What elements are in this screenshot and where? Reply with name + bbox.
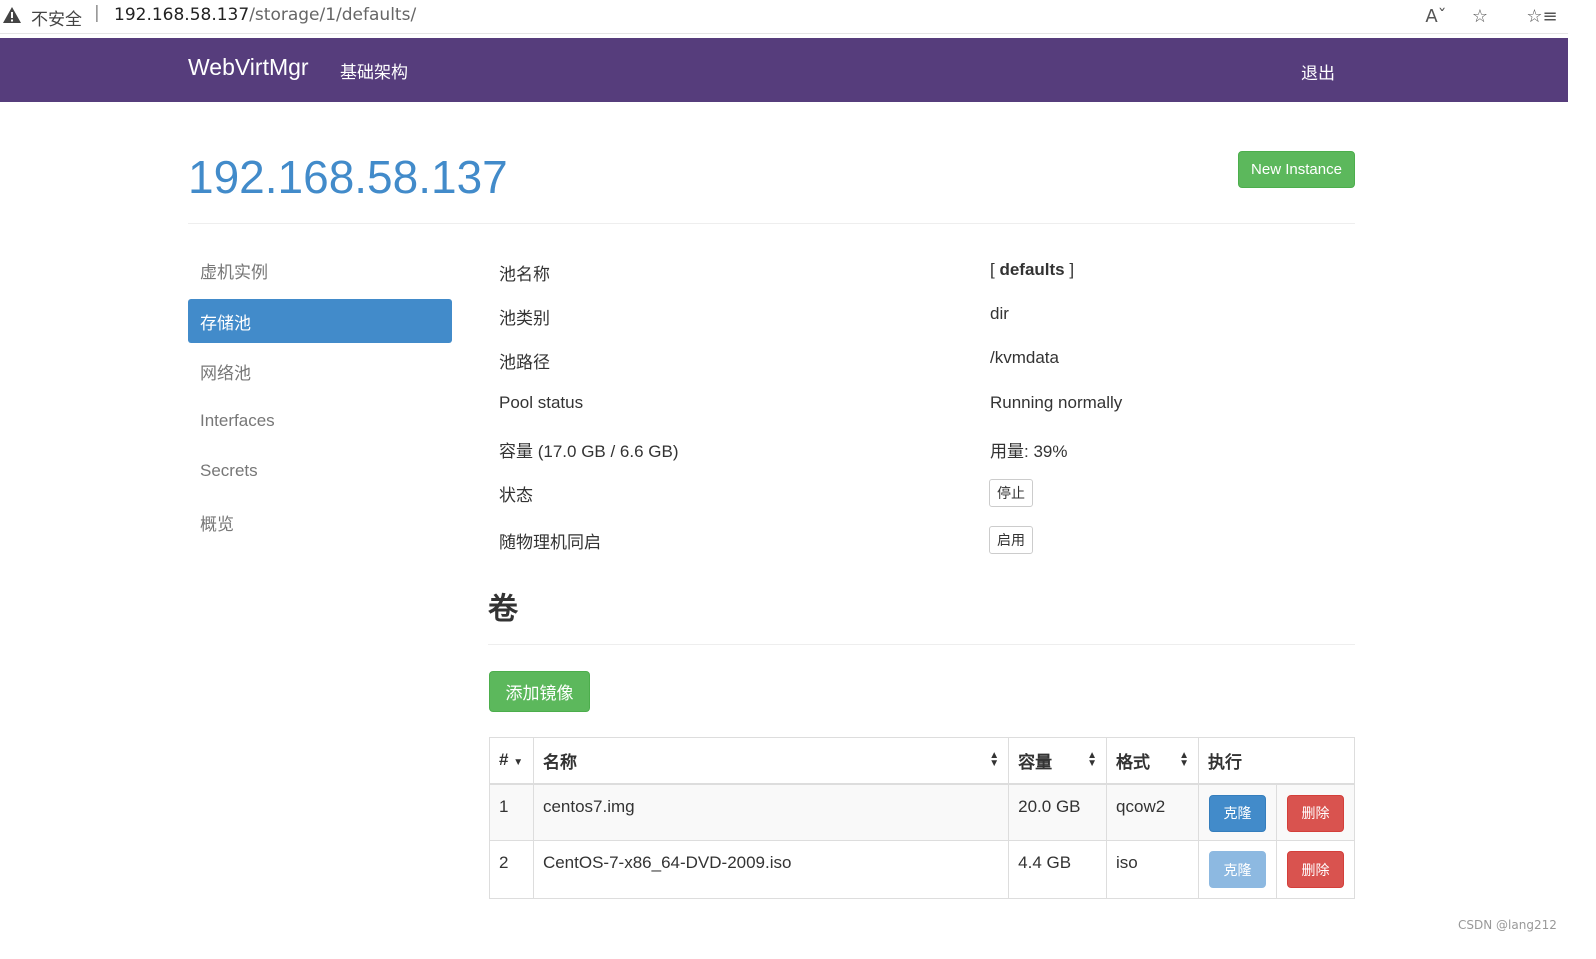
- url-field[interactable]: 192.168.58.137/storage/1/defaults/: [114, 5, 416, 25]
- autostart-label: 随物理机同启: [499, 533, 601, 552]
- new-instance-button[interactable]: New Instance: [1238, 151, 1355, 188]
- browser-address-bar: 不安全 | 192.168.58.137/storage/1/defaults/…: [0, 0, 1568, 34]
- sort-icon: ▲ ▼: [1087, 750, 1098, 770]
- cell-capacity: 4.4 GB: [1008, 840, 1108, 899]
- sidebar-item-secrets[interactable]: Secrets: [188, 449, 452, 493]
- pool-name-value: [ defaults ]: [990, 260, 1075, 279]
- favorites-icon[interactable]: ☆≡: [1526, 4, 1557, 28]
- enable-autostart-button[interactable]: 启用: [989, 526, 1033, 554]
- address-separator: |: [94, 3, 100, 23]
- divider: [488, 644, 1355, 645]
- add-image-button[interactable]: 添加镜像: [489, 671, 590, 712]
- url-path: /storage/1/defaults/: [249, 5, 417, 25]
- logout-link[interactable]: 退出: [1301, 59, 1335, 84]
- cell-capacity: 20.0 GB: [1008, 783, 1108, 841]
- column-header-num[interactable]: # ▼: [489, 737, 534, 785]
- cell-format: qcow2: [1106, 783, 1199, 841]
- sort-icon: ▲ ▼: [1179, 750, 1189, 770]
- read-aloud-icon[interactable]: Aˇ: [1424, 4, 1448, 28]
- sidebar-item-interfaces[interactable]: Interfaces: [188, 399, 452, 443]
- pool-state-label: 状态: [499, 486, 533, 505]
- cell-clone: 克隆: [1197, 840, 1277, 899]
- cell-num: 1: [489, 783, 534, 841]
- sidebar-item-instances[interactable]: 虚机实例: [188, 248, 452, 292]
- clone-button-disabled[interactable]: 克隆: [1208, 851, 1266, 888]
- volumes-table: # ▼ 名称 ▲ ▼ 容量 ▲ ▼ 格式 ▲ ▼ 执行 1 centos7.img 20.0…: [489, 737, 1356, 899]
- sidebar-item-networks[interactable]: 网络池: [188, 349, 452, 393]
- table-row: 2 CentOS-7-x86_64-DVD-2009.iso 4.4 GB is…: [489, 840, 1356, 899]
- warning-icon: [3, 7, 21, 23]
- sort-desc-icon: ▼: [513, 757, 524, 769]
- pool-status-label: Pool status: [499, 393, 584, 412]
- insecure-label[interactable]: 不安全: [31, 5, 82, 30]
- pool-type-label: 池类别: [499, 309, 550, 328]
- clone-button[interactable]: 克隆: [1208, 794, 1266, 832]
- column-header-name[interactable]: 名称 ▲ ▼: [532, 737, 1010, 785]
- cell-name: centos7.img: [532, 783, 1010, 841]
- divider: [188, 223, 1355, 224]
- stop-pool-button[interactable]: 停止: [989, 479, 1033, 507]
- volumes-heading: 卷: [488, 592, 518, 627]
- delete-button[interactable]: 删除: [1286, 794, 1344, 832]
- brand-logo[interactable]: WebVirtMgr: [188, 54, 309, 81]
- cell-name: CentOS-7-x86_64-DVD-2009.iso: [532, 840, 1010, 899]
- sidebar-item-storage[interactable]: 存储池: [188, 299, 452, 343]
- sort-icon: ▲ ▼: [989, 750, 1000, 770]
- nav-infrastructure-link[interactable]: 基础架构: [340, 58, 408, 83]
- pool-status-value: Running normally: [990, 393, 1123, 412]
- watermark: CSDN @lang212: [1458, 918, 1557, 932]
- pool-type-value: dir: [990, 304, 1009, 323]
- page-title: 192.168.58.137: [188, 151, 508, 203]
- cell-clone: 克隆: [1197, 783, 1277, 841]
- pool-path-value: /kvmdata: [990, 348, 1059, 367]
- pool-capacity-label: 容量 (17.0 GB / 6.6 GB): [499, 442, 679, 461]
- cell-format: iso: [1106, 840, 1199, 899]
- url-host: 192.168.58.137: [114, 5, 250, 25]
- column-header-format[interactable]: 格式 ▲ ▼: [1106, 737, 1199, 785]
- sidebar-item-overview[interactable]: 概览: [188, 500, 452, 544]
- pool-path-label: 池路径: [499, 353, 550, 372]
- cell-num: 2: [489, 840, 534, 899]
- pool-name-label: 池名称: [499, 265, 550, 284]
- column-header-actions: 执行: [1197, 737, 1356, 785]
- delete-button[interactable]: 删除: [1286, 851, 1344, 888]
- cell-delete: 删除: [1275, 783, 1356, 841]
- pool-usage-value: 用量: 39%: [990, 442, 1068, 461]
- table-row: 1 centos7.img 20.0 GB qcow2 克隆 删除: [489, 783, 1356, 841]
- top-navbar: WebVirtMgr 基础架构 退出: [0, 38, 1568, 102]
- add-favorite-icon[interactable]: ☆: [1468, 4, 1492, 28]
- cell-delete: 删除: [1275, 840, 1356, 899]
- column-header-capacity[interactable]: 容量 ▲ ▼: [1008, 737, 1108, 785]
